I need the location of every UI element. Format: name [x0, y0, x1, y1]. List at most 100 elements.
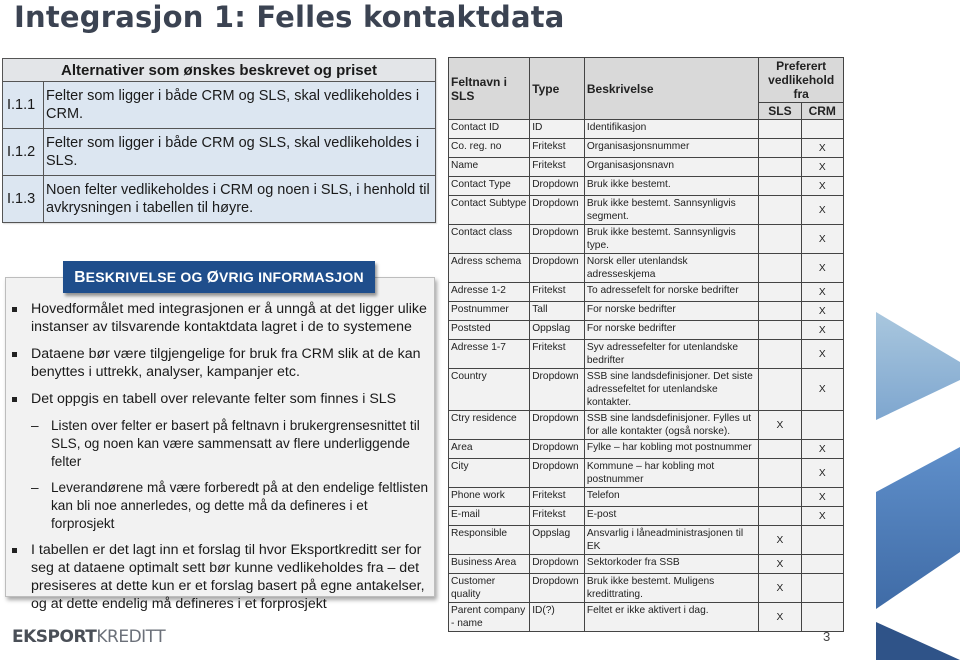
field-name: Contact Subtype	[447, 195, 531, 225]
field-description: Feltet er ikke aktivert i dag.	[583, 602, 760, 632]
field-crm-mark: X	[800, 458, 845, 488]
col-header-preferred: Preferert vedlikehold fra	[758, 57, 844, 103]
bullet-item: Det oppgis en tabell over relevante felt…	[10, 390, 430, 408]
field-type: Dropdown	[529, 554, 585, 574]
field-type: Fritekst	[529, 506, 585, 526]
field-name: Country	[447, 368, 531, 411]
field-type: Dropdown	[529, 439, 585, 459]
field-row: Contact class Dropdown Bruk ikke bestemt. …	[447, 224, 845, 254]
page-title: Integrasjon 1: Felles kontaktdata	[14, 0, 565, 34]
field-crm-mark: X	[800, 439, 845, 459]
field-crm-mark: X	[800, 320, 845, 340]
field-sls-mark	[758, 253, 802, 283]
field-sls-mark: X	[758, 410, 802, 440]
bullet-item: Dataene bør være tilgjengelige for bruk …	[10, 345, 430, 381]
field-name: Parent company - name	[447, 602, 531, 632]
alternative-code: I.1.3	[2, 175, 44, 223]
field-row: Name Fritekst Organisasjonsnavn X	[447, 157, 845, 177]
field-sls-mark	[758, 320, 802, 340]
field-sls-mark: X	[758, 554, 802, 574]
field-crm-mark: X	[800, 176, 845, 196]
field-sls-mark	[758, 224, 802, 254]
field-name: Business Area	[447, 554, 531, 574]
field-crm-mark	[800, 602, 845, 632]
alternative-text: Felter som ligger i både CRM og SLS, ska…	[43, 128, 436, 176]
field-name: Responsible	[447, 525, 531, 555]
field-type: Fritekst	[529, 282, 585, 302]
field-sls-mark: X	[758, 602, 802, 632]
field-description: Bruk ikke bestemt. Sannsynligvis type.	[583, 224, 760, 254]
field-description: Kommune – har kobling mot postnummer	[583, 458, 760, 488]
field-row: Contact Type Dropdown Bruk ikke bestemt. X	[447, 176, 845, 196]
field-type: Dropdown	[529, 195, 585, 225]
field-type: Fritekst	[529, 487, 585, 507]
field-name: City	[447, 458, 531, 488]
field-type: Dropdown	[529, 410, 585, 440]
field-name: Adress schema	[447, 253, 531, 283]
field-row: Parent company - name ID(?) Feltet er ikke…	[447, 602, 845, 632]
alternative-code: I.1.1	[2, 81, 44, 129]
field-type: Fritekst	[529, 339, 585, 369]
alternative-text: Noen felter vedlikeholdes i CRM og noen …	[43, 175, 436, 223]
field-row: Customer quality Dropdown Bruk ikke bestem…	[447, 573, 845, 603]
col-header-name: Feltnavn i SLS	[447, 57, 531, 120]
header-text: ESKRIVELSE OG	[85, 269, 207, 285]
field-sls-mark	[758, 119, 802, 139]
page-number: 3	[823, 629, 831, 644]
header-text: VRIG INFORMASJON	[218, 269, 364, 285]
alternatives-header: Alternativer som ønskes beskrevet og pri…	[2, 58, 436, 82]
field-type: Tall	[529, 301, 585, 321]
alternative-row: I.1.2 Felter som ligger i både CRM og SL…	[2, 128, 436, 176]
field-row: Phone work Fritekst Telefon X	[447, 487, 845, 507]
field-sls-mark	[758, 506, 802, 526]
logo-thin-text: KREDITT	[96, 627, 166, 647]
field-type: Dropdown	[529, 253, 585, 283]
info-bullets: Hovedformålet med integrasjonen er å unn…	[10, 300, 430, 622]
field-name: Adresse 1-7	[447, 339, 531, 369]
alternatives-table: Alternativer som ønskes beskrevet og pri…	[2, 58, 436, 223]
field-type: Dropdown	[529, 176, 585, 196]
field-sls-mark	[758, 138, 802, 158]
field-type: ID(?)	[529, 602, 585, 632]
field-crm-mark: X	[800, 368, 845, 411]
field-description: Bruk ikke bestemt.	[583, 176, 760, 196]
field-description: Fylke – har kobling mot postnummer	[583, 439, 760, 459]
field-description: Sektorkoder fra SSB	[583, 554, 760, 574]
field-description: SSB sine landsdefinisjoner. Det siste ad…	[583, 368, 760, 411]
field-row: Co. reg. no Fritekst Organisasjonsnummer X	[447, 138, 845, 158]
field-crm-mark: X	[800, 195, 845, 225]
field-sls-mark	[758, 368, 802, 411]
field-crm-mark	[800, 554, 845, 574]
field-description: Syv adressefelter for utenlandske bedrif…	[583, 339, 760, 369]
field-name: E-mail	[447, 506, 531, 526]
field-row: Ctry residence Dropdown SSB sine landsdefi…	[447, 410, 845, 440]
field-description: Organisasjonsnavn	[583, 157, 760, 177]
field-sls-mark	[758, 301, 802, 321]
field-sls-mark	[758, 176, 802, 196]
field-row: Contact Subtype Dropdown Bruk ikke bestemt…	[447, 195, 845, 225]
header-cap: B	[74, 269, 86, 286]
field-crm-mark	[800, 410, 845, 440]
field-sls-mark	[758, 339, 802, 369]
field-description: SSB sine landsdefinisjoner. Fylles ut fo…	[583, 410, 760, 440]
field-crm-mark: X	[800, 506, 845, 526]
field-crm-mark	[800, 119, 845, 139]
field-sls-mark	[758, 282, 802, 302]
field-type: Oppslag	[529, 525, 585, 555]
field-row: Responsible Oppslag Ansvarlig i låneadmini…	[447, 525, 845, 555]
field-description: Bruk ikke bestemt. Sannsynligvis segment…	[583, 195, 760, 225]
field-crm-mark: X	[800, 339, 845, 369]
field-crm-mark: X	[800, 282, 845, 302]
field-description: For norske bedrifter	[583, 320, 760, 340]
col-header-type: Type	[529, 57, 585, 120]
field-sls-mark	[758, 487, 802, 507]
field-name: Contact Type	[447, 176, 531, 196]
field-description: Norsk eller utenlandsk adresseskjema	[583, 253, 760, 283]
field-description: Telefon	[583, 487, 760, 507]
field-row: Area Dropdown Fylke – har kobling mot post…	[447, 439, 845, 459]
header-cap: Ø	[206, 269, 219, 286]
field-sls-mark	[758, 458, 802, 488]
field-name: Ctry residence	[447, 410, 531, 440]
field-sls-mark: X	[758, 525, 802, 555]
alternative-code: I.1.2	[2, 128, 44, 176]
